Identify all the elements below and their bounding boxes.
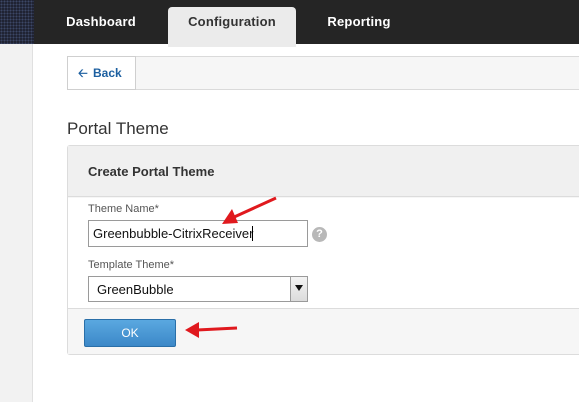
brand-pattern (0, 0, 34, 44)
theme-name-label: Theme Name* (88, 203, 159, 215)
panel-footer: OK (68, 308, 579, 354)
template-theme-select[interactable]: GreenBubble (88, 276, 308, 302)
page-title: Portal Theme (67, 119, 169, 138)
back-toolbar (67, 56, 579, 90)
panel-title: Create Portal Theme (88, 164, 215, 179)
back-button[interactable]: 🡠 Back (67, 56, 136, 90)
panel-header: Create Portal Theme (68, 146, 579, 197)
ok-button[interactable]: OK (84, 319, 176, 347)
create-theme-panel: Create Portal Theme Theme Name* ? Templa… (67, 145, 579, 355)
tab-reporting[interactable]: Reporting (310, 0, 408, 44)
annotation-arrow-icon (185, 322, 238, 338)
top-nav-bar: Dashboard Configuration Reporting (0, 0, 579, 47)
back-button-label: Back (93, 66, 122, 80)
tab-configuration[interactable]: Configuration (168, 7, 296, 47)
template-theme-label: Template Theme* (88, 259, 175, 271)
template-theme-value: GreenBubble (97, 282, 174, 297)
question-mark-icon[interactable]: ? (312, 227, 327, 242)
arrow-left-icon: 🡠 (78, 66, 88, 80)
panel-body: Theme Name* ? Template Theme* GreenBubbl… (68, 198, 579, 308)
tab-dashboard[interactable]: Dashboard (52, 0, 150, 44)
chevron-down-icon[interactable] (290, 277, 307, 301)
annotation-arrow-icon (222, 196, 277, 224)
left-sidebar (0, 44, 33, 402)
